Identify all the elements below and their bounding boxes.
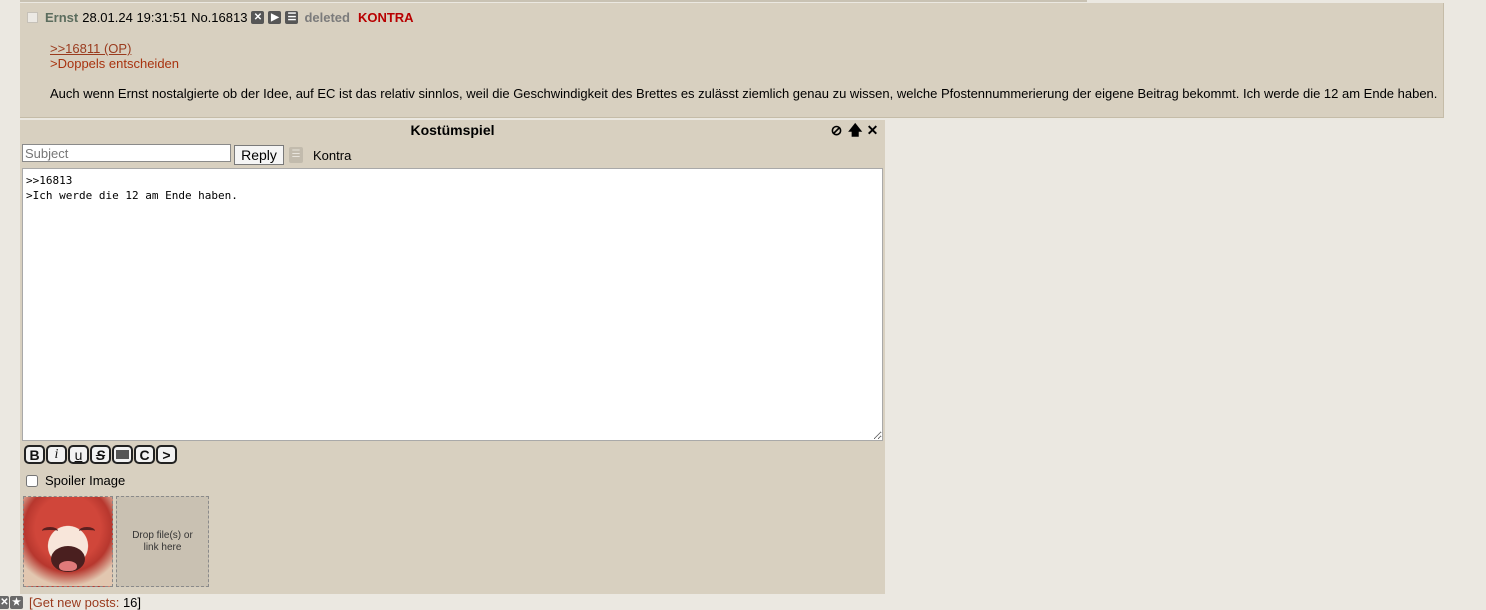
close-icon[interactable]: ✕ <box>0 595 9 609</box>
underline-button[interactable]: u <box>68 445 89 464</box>
post-number-link[interactable]: No.16813 <box>191 10 247 25</box>
post-body: >>16811 (OP) >Doppels entscheiden <box>50 41 179 71</box>
post-flag: KONTRA <box>357 9 414 25</box>
post-author: Ernst <box>45 9 79 25</box>
file-drop-zone[interactable]: Drop file(s) or link here <box>116 496 209 587</box>
post-select-checkbox[interactable] <box>27 11 38 23</box>
thumbnail-eye <box>79 527 95 535</box>
post-header: Ernst 28.01.24 19:31:51 No.16813 ✕ ▶ ☰ d… <box>26 9 414 25</box>
play-icon[interactable]: ▶ <box>268 10 282 24</box>
subject-input[interactable] <box>22 144 231 162</box>
spoiler-image-label: Spoiler Image <box>45 473 126 488</box>
format-toolbar: B i u S C > <box>24 445 177 464</box>
ban-icon[interactable]: ⊘ <box>830 122 843 139</box>
italic-button[interactable]: i <box>46 445 67 464</box>
spoiler-block-icon <box>116 450 129 459</box>
spoiler-button[interactable] <box>112 445 133 464</box>
bottom-bar: ✕ ★ [Get new posts: 16] <box>0 595 141 610</box>
greentext-line: >Doppels entscheiden <box>50 56 180 71</box>
deleted-label: deleted <box>304 9 350 25</box>
thumbnail-eye <box>42 527 58 535</box>
code-button[interactable]: C <box>134 445 155 464</box>
bold-button[interactable]: B <box>24 445 45 464</box>
reply-button[interactable]: Reply <box>234 145 284 165</box>
strikethrough-button[interactable]: S <box>90 445 111 464</box>
star-icon[interactable]: ★ <box>10 595 23 609</box>
quote-link[interactable]: >>16811 (OP) <box>50 41 179 56</box>
menu-icon[interactable]: ☰ <box>285 10 299 24</box>
top-divider <box>20 0 1087 2</box>
get-new-posts-link[interactable]: [Get new posts: 16] <box>29 595 141 610</box>
quick-reply-controls: ⊘ 🡅 ✕ <box>830 122 879 139</box>
quick-reply-title[interactable]: Kostümspiel <box>20 122 885 139</box>
get-new-posts-label[interactable]: [Get new posts: <box>29 595 119 610</box>
message-textarea[interactable]: >>16813 >Ich werde die 12 am Ende haben. <box>22 168 883 441</box>
close-icon[interactable]: ✕ <box>866 122 879 139</box>
post-16813: Ernst 28.01.24 19:31:51 No.16813 ✕ ▶ ☰ d… <box>20 3 1444 118</box>
flag-label: Kontra <box>313 148 352 163</box>
options-menu-icon[interactable]: ☰ <box>289 147 303 163</box>
quote-button[interactable]: > <box>156 445 177 464</box>
close-icon[interactable]: ✕ <box>251 10 265 24</box>
spoiler-image-checkbox[interactable] <box>26 474 38 487</box>
spoiler-image-row[interactable]: Spoiler Image <box>26 473 125 488</box>
attached-image-thumbnail[interactable] <box>23 496 113 587</box>
arrow-up-icon[interactable]: 🡅 <box>848 122 862 139</box>
new-posts-count: 16] <box>122 594 142 610</box>
quick-reply-window: Kostümspiel ⊘ 🡅 ✕ Reply ☰ Kontra >>16813… <box>20 120 885 594</box>
post-message: Auch wenn Ernst nostalgierte ob der Idee… <box>50 86 1438 101</box>
post-date: 28.01.24 19:31:51 <box>82 9 188 25</box>
thumbnail-tongue <box>59 561 77 571</box>
